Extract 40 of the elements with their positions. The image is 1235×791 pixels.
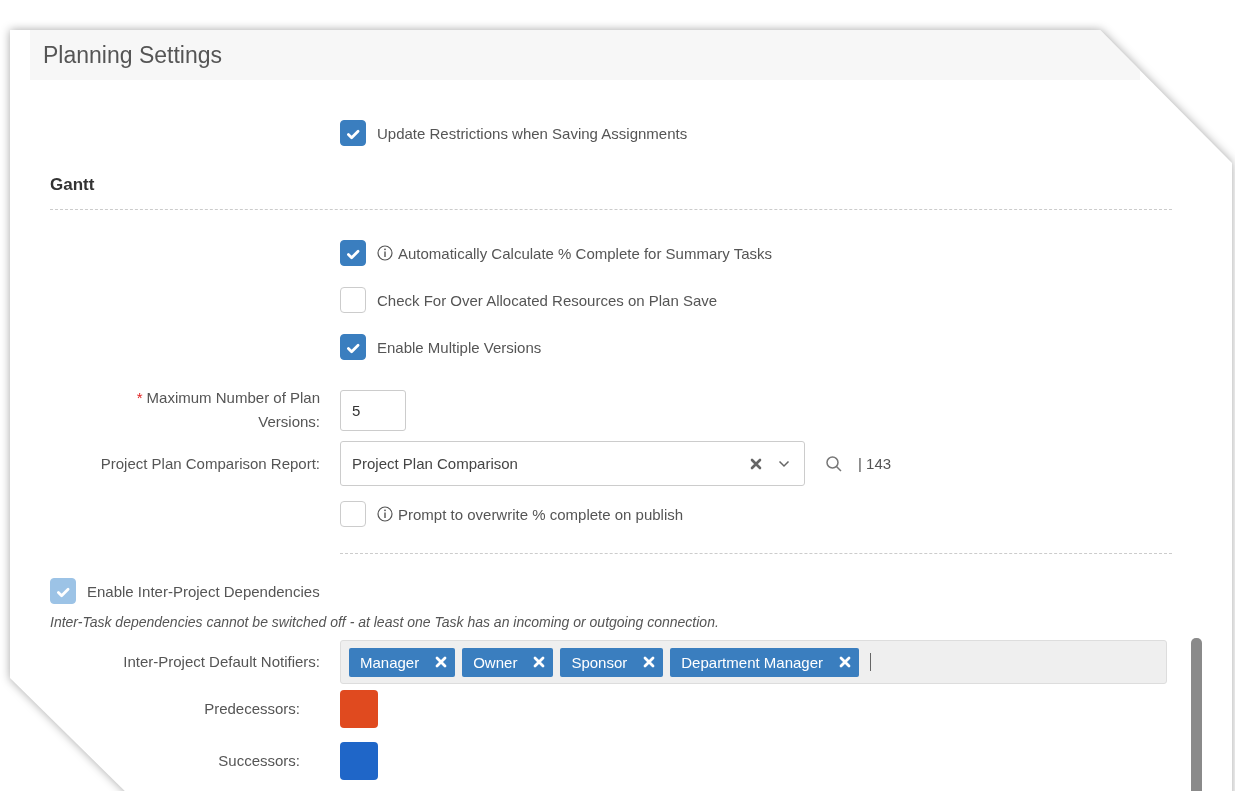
section-heading: Gantt [50, 174, 96, 196]
checkbox[interactable] [340, 501, 366, 527]
option-label: Prompt to overwrite % complete on publish [398, 505, 684, 523]
field-label: Predecessors: [203, 699, 300, 719]
remove-icon[interactable] [643, 656, 656, 668]
option-label: Enable Inter-Project Dependencies [87, 582, 320, 600]
color-swatch[interactable] [340, 742, 378, 780]
search-icon[interactable] [825, 454, 843, 473]
report-count: | 143 [858, 455, 892, 472]
info-icon [377, 506, 393, 522]
text-cursor [870, 653, 871, 671]
color-swatch[interactable] [340, 690, 378, 728]
option-label: Update Restrictions when Saving Assignments [377, 124, 688, 142]
option-label: Automatically Calculate % Complete for Summary Tasks [398, 244, 773, 262]
report-select[interactable]: Project Plan Comparison [340, 441, 805, 486]
remove-icon[interactable] [435, 656, 448, 668]
info-note: Inter-Task dependencies cannot be switched off - at least one Task has an incoming or outgoing connection. [50, 614, 720, 630]
chevron-down-icon[interactable] [778, 459, 790, 468]
notifier-tag[interactable]: Owner [462, 647, 554, 677]
page-title: Planning Settings [43, 41, 222, 69]
checkbox[interactable] [340, 287, 366, 313]
field-label: Successors: [217, 751, 300, 771]
remove-icon[interactable] [839, 656, 851, 668]
notifiers-field[interactable]: Manager Owner Sponsor Department Manager [340, 640, 1167, 684]
checkbox[interactable] [340, 334, 366, 360]
remove-icon[interactable] [533, 656, 546, 668]
field-label: Project Plan Comparison Report: [99, 453, 320, 474]
scrollbar-thumb[interactable] [1191, 638, 1202, 791]
option-label: Check For Over Allocated Resources on Plan Save [377, 291, 718, 309]
notifier-tag[interactable]: Sponsor [560, 647, 664, 677]
info-icon [377, 245, 393, 261]
notifier-tag[interactable]: Manager [349, 647, 456, 677]
checkbox[interactable] [340, 240, 366, 266]
field-label: Inter-Project Default Notifiers: [122, 652, 320, 672]
clear-icon[interactable] [750, 457, 762, 470]
number-field[interactable]: 5 [340, 389, 406, 431]
option-label: Enable Multiple Versions [377, 338, 542, 356]
checkbox[interactable] [340, 120, 366, 146]
notifier-tag[interactable]: Department Manager [670, 647, 859, 677]
field-label: * Maximum Number of Plan Versions: [135, 388, 320, 432]
